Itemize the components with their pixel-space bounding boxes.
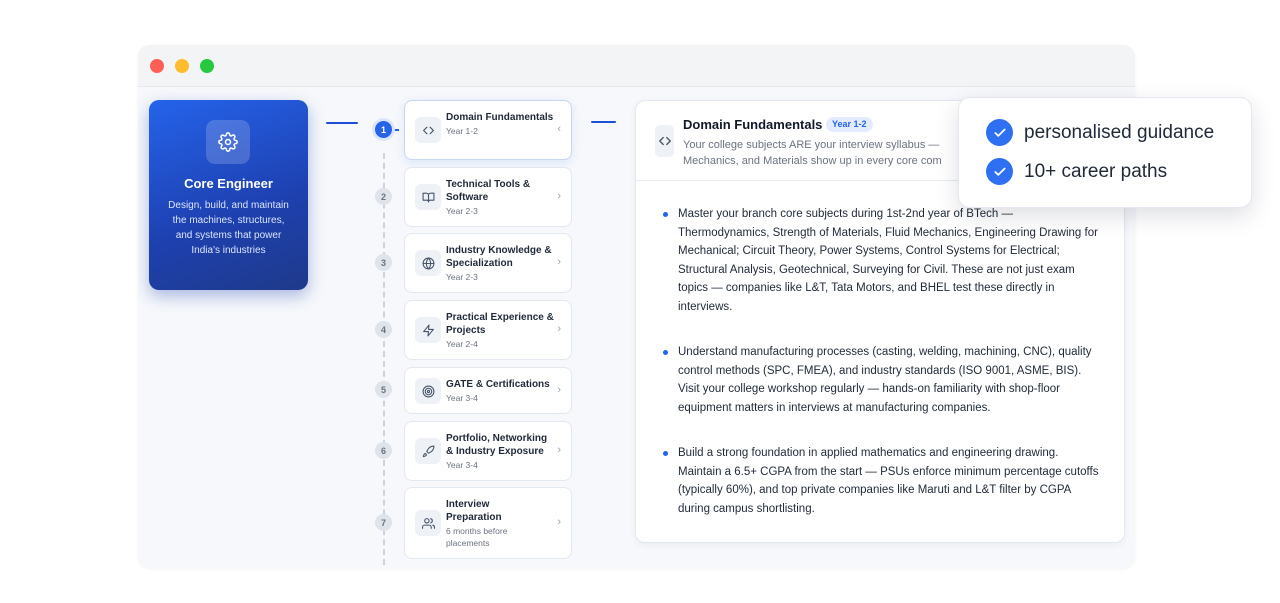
step-year: Year 2-3 <box>446 272 478 282</box>
chevron-right-icon: › <box>557 444 561 456</box>
step-title: Technical Tools & Software <box>446 179 531 203</box>
bolt-icon <box>415 317 441 343</box>
step-title: Practical Experience & Projects <box>446 312 554 336</box>
gear-icon <box>206 120 250 164</box>
step-card-technical-tools[interactable]: Technical Tools & Software Year 2-3 › <box>404 167 572 227</box>
step-title: Interview Preparation <box>446 499 502 523</box>
step-year: Year 3-4 <box>446 393 478 403</box>
feature-label: personalised guidance <box>1024 121 1215 143</box>
role-connector <box>326 122 358 124</box>
step-title: Portfolio, Networking & Industry Exposur… <box>446 433 548 457</box>
step-card-domain-fundamentals[interactable]: Domain Fundamentals Year 1-2 ‹ <box>404 100 572 160</box>
feature-label: 10+ career paths <box>1024 160 1168 182</box>
close-window-button[interactable] <box>150 59 164 73</box>
year-badge: Year 1-2 <box>826 117 873 132</box>
list-item: Master your branch core subjects during … <box>663 205 1103 316</box>
chevron-right-icon: › <box>557 323 561 335</box>
list-item: Understand manufacturing processes (cast… <box>663 343 1103 417</box>
step-number-1: 1 <box>375 121 392 138</box>
check-circle-icon <box>986 158 1013 185</box>
step-year: Year 3-4 <box>446 460 478 470</box>
detail-connector <box>591 121 616 123</box>
maximize-window-button[interactable] <box>200 59 214 73</box>
step-number-7: 7 <box>375 514 392 531</box>
detail-subtitle: Your college subjects ARE your interview… <box>683 139 942 167</box>
step-card-practical-experience[interactable]: Practical Experience & Projects Year 2-4… <box>404 300 572 360</box>
check-circle-icon <box>986 119 1013 146</box>
chevron-left-icon: ‹ <box>557 123 561 135</box>
step-year: 6 months before placements <box>446 526 508 548</box>
step-card-interview-preparation[interactable]: Interview Preparation 6 months before pl… <box>404 487 572 559</box>
chevron-right-icon: › <box>557 256 561 268</box>
step-title: Domain Fundamentals <box>446 112 554 123</box>
rocket-icon <box>415 438 441 464</box>
step-card-industry-knowledge[interactable]: Industry Knowledge & Specialization Year… <box>404 233 572 293</box>
chevron-right-icon: › <box>557 384 561 396</box>
globe-icon <box>415 250 441 276</box>
book-icon <box>415 184 441 210</box>
role-description: Design, build, and maintain the machines… <box>168 200 289 256</box>
step-title: Industry Knowledge & Specialization <box>446 245 552 269</box>
code-icon <box>415 117 441 143</box>
step-number-6: 6 <box>375 442 392 459</box>
users-icon <box>415 510 441 536</box>
step-title: GATE & Certifications <box>446 379 550 390</box>
step-year: Year 2-4 <box>446 339 478 349</box>
chevron-right-icon: › <box>557 190 561 202</box>
step-year: Year 2-3 <box>446 206 478 216</box>
role-title: Core Engineer <box>184 176 273 191</box>
step-number-5: 5 <box>375 381 392 398</box>
minimize-window-button[interactable] <box>175 59 189 73</box>
feature-item: personalised guidance <box>986 119 1214 146</box>
step-card-portfolio-networking[interactable]: Portfolio, Networking & Industry Exposur… <box>404 421 572 481</box>
features-popover: personalised guidance 10+ career paths <box>958 97 1252 208</box>
step-card-gate-certifications[interactable]: GATE & Certifications Year 3-4 › <box>404 367 572 414</box>
step-year: Year 1-2 <box>446 126 478 136</box>
feature-item: 10+ career paths <box>986 158 1167 185</box>
timeline-line <box>383 153 385 565</box>
step-number-3: 3 <box>375 254 392 271</box>
detail-bullet-list: Master your branch core subjects during … <box>663 205 1103 542</box>
list-item: Build a strong foundation in applied mat… <box>663 444 1103 518</box>
detail-title: Domain Fundamentals <box>683 117 823 132</box>
role-card-core-engineer[interactable]: Core Engineer Design, build, and maintai… <box>149 100 308 290</box>
code-icon <box>655 125 674 157</box>
chevron-right-icon: › <box>557 516 561 528</box>
step-number-2: 2 <box>375 188 392 205</box>
step-number-4: 4 <box>375 321 392 338</box>
target-icon <box>415 378 441 404</box>
title-bar <box>138 45 1135 87</box>
